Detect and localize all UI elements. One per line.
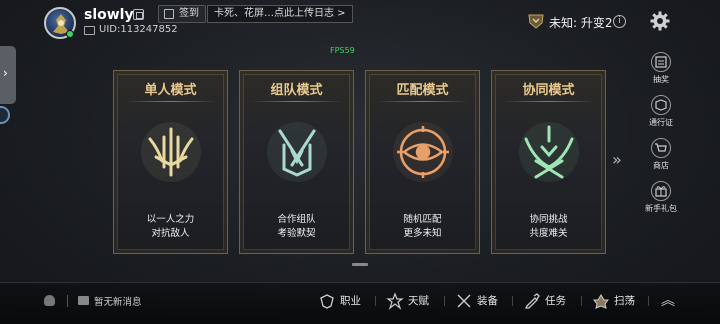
mode-desc-line2: 对抗敌人 bbox=[151, 228, 190, 239]
title-divider bbox=[124, 101, 217, 102]
divider bbox=[375, 296, 376, 306]
mode-desc-line1: 合作组队 bbox=[277, 214, 316, 225]
mode-title: 组队模式 bbox=[270, 83, 323, 98]
solo-emblem-icon bbox=[141, 122, 201, 182]
lottery-icon bbox=[651, 52, 671, 72]
pass-icon bbox=[651, 95, 671, 115]
nav-label: 天赋 bbox=[408, 295, 429, 307]
nav-label: 装备 bbox=[477, 295, 498, 307]
mode-desc-line2: 更多未知 bbox=[403, 228, 442, 239]
nav-label: 职业 bbox=[340, 295, 361, 307]
mode-desc-line1: 协同挑战 bbox=[529, 214, 568, 225]
mode-title: 单人模式 bbox=[144, 83, 197, 98]
divider bbox=[648, 296, 649, 306]
rail-item-pass[interactable]: 通行证 bbox=[644, 95, 678, 128]
coop-emblem-icon bbox=[519, 122, 579, 182]
equipment-icon bbox=[457, 294, 471, 308]
divider bbox=[512, 296, 513, 306]
more-modes-arrow-icon[interactable]: » bbox=[612, 150, 621, 169]
id-card-icon bbox=[84, 26, 95, 35]
cart-icon bbox=[651, 138, 671, 158]
title-divider bbox=[250, 101, 343, 102]
nav-equipment-button[interactable]: 装备 bbox=[455, 292, 501, 310]
mode-card-solo[interactable]: 单人模式 以一人之力 对抗敌人 bbox=[113, 70, 228, 254]
side-drawer-tab[interactable]: › bbox=[0, 46, 16, 104]
mode-card-match[interactable]: 匹配模式 随机匹配 更多未知 bbox=[365, 70, 480, 254]
mode-card-team[interactable]: 组队模式 合作组队 考验默契 bbox=[239, 70, 354, 254]
talent-icon bbox=[386, 292, 404, 310]
mode-desc-line1: 随机匹配 bbox=[403, 214, 442, 225]
team-emblem-icon bbox=[267, 122, 327, 182]
upload-log-button[interactable]: 卡死、花屏…点此上传日志 > bbox=[207, 5, 353, 23]
class-icon bbox=[320, 294, 334, 309]
nav-sweep-button[interactable]: 扫荡 bbox=[592, 292, 638, 310]
nav-task-button[interactable]: 任务 bbox=[523, 292, 569, 310]
mode-desc-line2: 考验默契 bbox=[277, 228, 316, 239]
rail-label: 新手礼包 bbox=[645, 204, 677, 213]
task-icon bbox=[524, 293, 540, 309]
mode-title: 协同模式 bbox=[522, 83, 575, 98]
user-id: UID:113247852 bbox=[99, 24, 178, 35]
divider bbox=[581, 296, 582, 306]
mode-desc-line1: 以一人之力 bbox=[146, 214, 195, 225]
message-icon bbox=[78, 296, 89, 305]
floating-assist-button[interactable] bbox=[0, 106, 10, 124]
nav-talent-button[interactable]: 天赋 bbox=[386, 292, 432, 310]
rail-item-shop[interactable]: 商店 bbox=[644, 138, 678, 171]
nav-label: 任务 bbox=[545, 295, 566, 307]
mode-title: 匹配模式 bbox=[396, 83, 449, 98]
gift-icon bbox=[651, 181, 671, 201]
rail-label: 通行证 bbox=[649, 118, 673, 127]
chevron-right-icon: › bbox=[3, 66, 8, 80]
divider bbox=[444, 296, 445, 306]
match-emblem-icon bbox=[393, 122, 453, 182]
title-divider bbox=[376, 101, 469, 102]
checkin-label: 签到 bbox=[179, 8, 199, 19]
online-status-dot bbox=[66, 30, 74, 38]
rail-label: 抽奖 bbox=[653, 75, 669, 84]
page-indicator bbox=[352, 263, 368, 266]
sweep-icon bbox=[593, 294, 609, 309]
nav-class-button[interactable]: 职业 bbox=[318, 292, 364, 310]
rank-text: 未知: 升变2 bbox=[549, 16, 613, 30]
title-divider bbox=[502, 101, 595, 102]
mode-desc-line2: 共度难关 bbox=[529, 228, 568, 239]
rail-item-lottery[interactable]: 抽奖 bbox=[644, 52, 678, 85]
checkin-button[interactable]: 签到 bbox=[158, 5, 206, 23]
username: slowly bbox=[84, 7, 134, 23]
message-status[interactable]: 暂无新消息 bbox=[94, 294, 142, 308]
rail-item-starter-pack[interactable]: 新手礼包 bbox=[644, 181, 678, 214]
chevron-up-icon[interactable]: ︽ bbox=[661, 290, 675, 310]
rail-label: 商店 bbox=[653, 161, 669, 170]
fps-counter: FPS59 bbox=[330, 46, 355, 55]
gear-icon[interactable] bbox=[650, 11, 670, 35]
contacts-icon[interactable] bbox=[44, 295, 55, 306]
mode-card-coop[interactable]: 协同模式 协同挑战 共度难关 bbox=[491, 70, 606, 254]
info-icon[interactable]: i bbox=[613, 15, 626, 28]
nav-label: 扫荡 bbox=[614, 295, 635, 307]
calendar-icon bbox=[164, 9, 174, 19]
divider bbox=[67, 295, 68, 307]
rank-badge-icon bbox=[527, 12, 545, 30]
copy-icon[interactable] bbox=[133, 9, 144, 20]
